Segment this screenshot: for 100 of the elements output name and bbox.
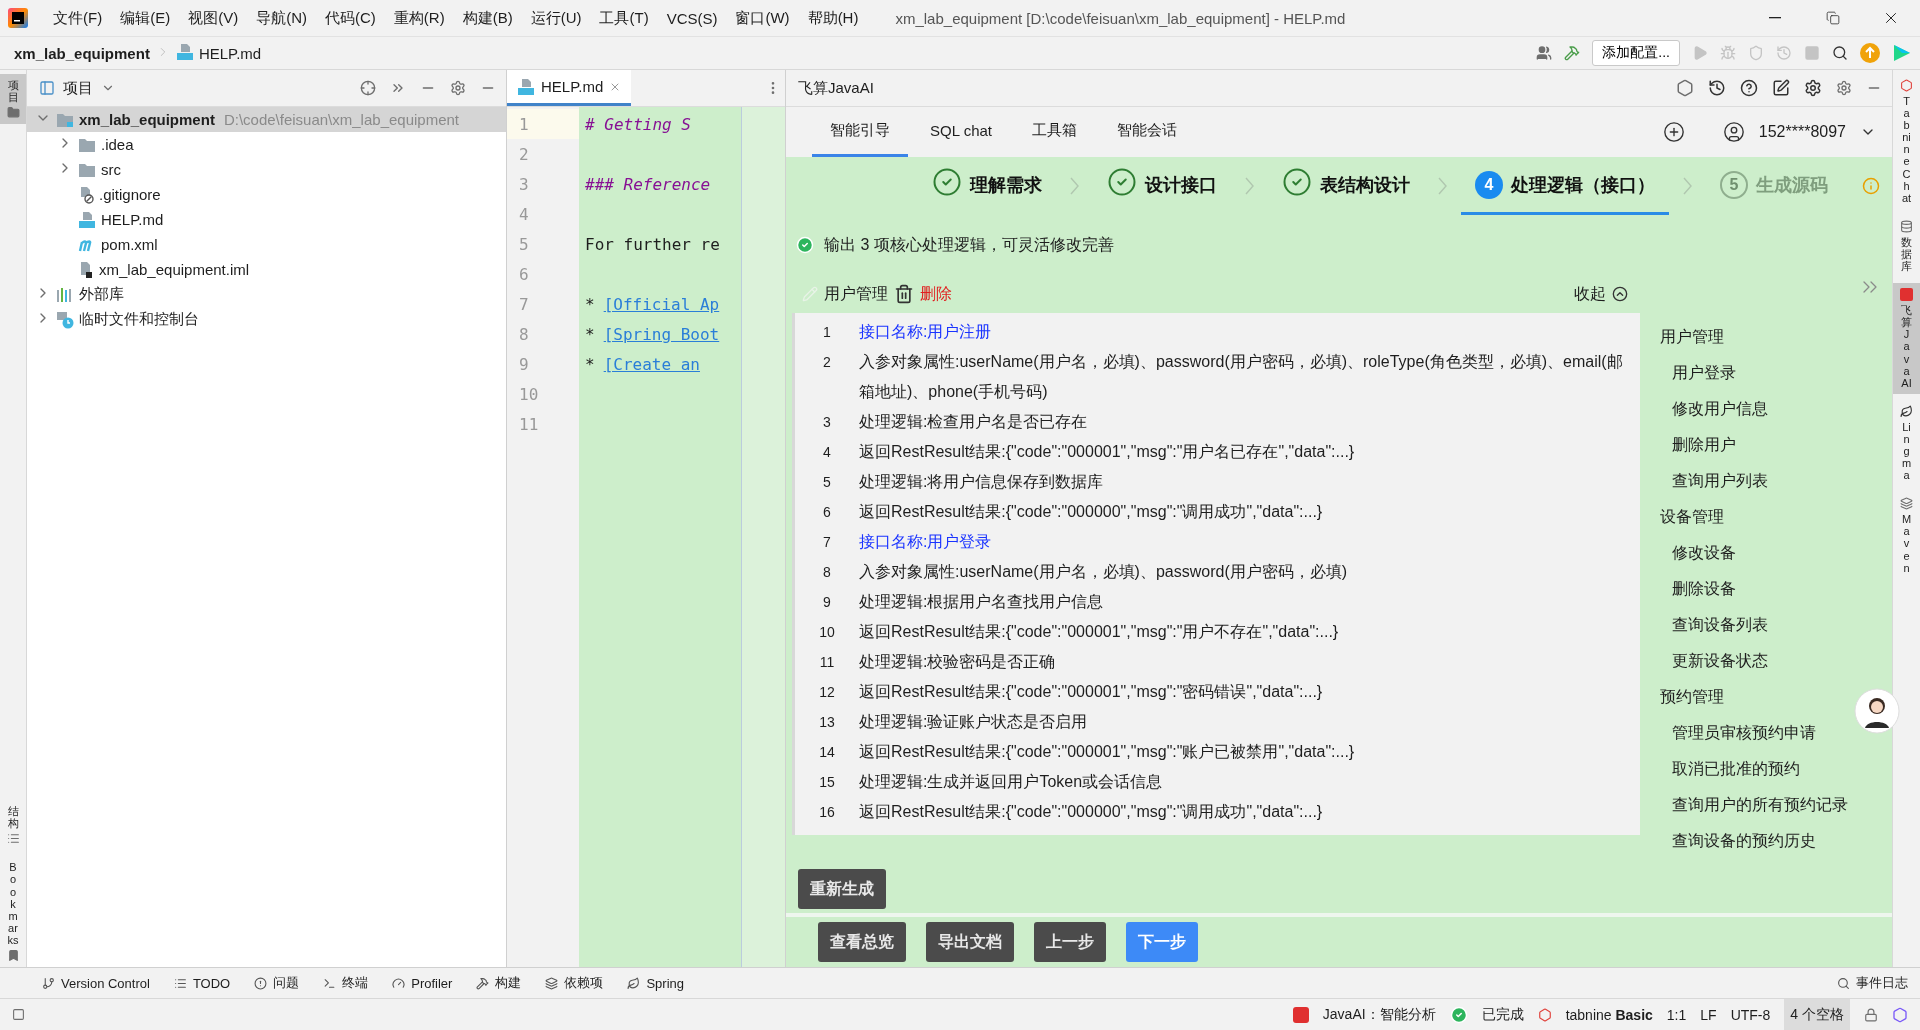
indent-setting[interactable]: 4 个空格 — [1784, 998, 1850, 1030]
outline-item[interactable]: 删除设备 — [1672, 571, 1736, 607]
add-icon[interactable] — [1662, 121, 1685, 143]
delete-link[interactable]: 删除 — [920, 283, 952, 305]
regenerate-button[interactable]: 重新生成 — [798, 869, 886, 909]
status-text[interactable]: JavaAI：智能分析 — [1322, 1005, 1436, 1024]
outline-group[interactable]: 用户管理 — [1660, 319, 1724, 355]
tool-window-tab[interactable]: Tabnine Chat — [1893, 74, 1920, 209]
menu-item[interactable]: 重构(R) — [384, 8, 454, 28]
history-icon[interactable] — [1708, 79, 1726, 97]
tree-item[interactable]: 临时文件和控制台 — [27, 307, 506, 332]
tabnine-status[interactable]: tabnine Basic — [1565, 1006, 1653, 1023]
tab[interactable]: 智能会话 — [1099, 107, 1195, 157]
list-bullet: * — [585, 354, 595, 374]
line-number: 14 — [818, 743, 836, 762]
outline-item[interactable]: 用户登录 — [1672, 355, 1736, 391]
build-hammer-icon[interactable] — [1564, 45, 1581, 61]
menu-item[interactable]: 视图(V) — [179, 8, 248, 28]
tree-item[interactable]: xm_lab_equipment.iml — [27, 257, 506, 282]
menu-item[interactable]: 代码(C) — [316, 8, 385, 28]
tool-window-button[interactable]: TODO — [173, 975, 231, 991]
menu-item[interactable]: 编辑(E) — [111, 8, 180, 28]
event-log-button[interactable]: 事件日志 — [1837, 974, 1908, 992]
wizard-step[interactable]: 理解需求 — [918, 157, 1056, 215]
outline-item[interactable]: 修改设备 — [1672, 535, 1736, 571]
user-icon[interactable] — [1536, 45, 1553, 61]
account-name[interactable]: 152****8097 — [1758, 123, 1846, 141]
file-encoding[interactable]: UTF-8 — [1730, 1006, 1771, 1023]
outline-item[interactable]: 更新设备状态 — [1672, 643, 1768, 679]
add-configuration-button[interactable]: 添加配置... — [1592, 40, 1680, 66]
outline-item[interactable]: 删除用户 — [1672, 427, 1736, 463]
menu-item[interactable]: VCS(S) — [657, 9, 727, 27]
code-heading: ### Reference — [585, 174, 711, 194]
panel-title[interactable]: 项目 — [63, 78, 93, 98]
edit-icon[interactable] — [1772, 79, 1790, 97]
tool-window-button[interactable]: 终端 — [323, 974, 369, 992]
tree-item[interactable]: pom.xml — [27, 232, 506, 257]
trash-icon[interactable] — [894, 284, 914, 304]
menu-item[interactable]: 构建(B) — [453, 8, 522, 28]
breadcrumb-item[interactable]: HELP.md — [198, 44, 262, 62]
folder-icon — [78, 136, 96, 153]
tool-window-tab[interactable]: 结构 — [0, 800, 26, 851]
hexagon-icon — [1900, 79, 1913, 92]
outline-item[interactable]: 查询用户列表 — [1672, 463, 1768, 499]
help-icon[interactable] — [1740, 79, 1758, 97]
menu-item[interactable]: 窗口(W) — [726, 8, 799, 28]
outline-item[interactable]: 查询设备的预约历史 — [1672, 823, 1816, 859]
search-icon[interactable] — [1832, 45, 1848, 61]
tool-window-button[interactable]: 问题 — [254, 974, 300, 992]
tool-window-tab[interactable]: 项目 — [0, 74, 26, 125]
tree-item[interactable]: .gitignore — [27, 182, 506, 207]
wizard-step[interactable]: 设计接口 — [1093, 157, 1231, 215]
tool-window-tab[interactable]: Bookmarks — [0, 856, 26, 967]
outline-item[interactable]: 修改用户信息 — [1672, 391, 1768, 427]
structure-icon — [6, 832, 20, 846]
markdown-file-icon — [517, 77, 535, 96]
tab[interactable]: SQL chat — [912, 107, 1010, 157]
tool-window-tab[interactable]: Maven — [1893, 492, 1920, 579]
lock-icon — [1864, 1007, 1878, 1022]
tool-window-button[interactable]: Version Control — [42, 975, 150, 991]
tree-item[interactable]: 外部库 — [27, 282, 506, 307]
tree-item[interactable]: HELP.md — [27, 207, 506, 232]
settings-icon[interactable] — [1804, 79, 1822, 97]
tool-window-button[interactable]: Spring — [627, 975, 684, 991]
editor-tab[interactable]: HELP.md — [507, 70, 632, 106]
tool-window-tab[interactable]: Lingma — [1893, 399, 1920, 487]
tree-item[interactable]: .idea — [27, 132, 506, 157]
line-number: 8 — [518, 323, 530, 346]
outline-group[interactable]: 预约管理 — [1660, 679, 1724, 715]
tab[interactable]: 工具箱 — [1014, 107, 1095, 157]
menu-item[interactable]: 工具(T) — [590, 8, 658, 28]
breadcrumb-item[interactable]: xm_lab_equipment — [14, 44, 150, 62]
tree-item[interactable]: src — [27, 157, 506, 182]
tool-window-tab[interactable]: 飞算JavaAI — [1893, 283, 1920, 394]
outline-item[interactable]: 取消已批准的预约 — [1672, 751, 1800, 787]
locate-icon[interactable] — [360, 80, 376, 96]
outline-item[interactable]: 查询设备列表 — [1672, 607, 1768, 643]
tool-window-button[interactable]: 构建 — [476, 974, 522, 992]
action-button[interactable]: 上一步 — [1034, 922, 1106, 962]
menu-item[interactable]: 文件(F) — [44, 8, 112, 28]
tool-window-tab[interactable]: 数据库 — [1893, 214, 1920, 278]
tool-window-button[interactable]: 依赖项 — [545, 974, 604, 992]
plugin-logo-icon — [1900, 288, 1913, 302]
action-button[interactable]: 查看总览 — [818, 922, 906, 962]
cursor-position[interactable]: 1:1 — [1666, 1006, 1687, 1023]
outline-item[interactable]: 查询用户的所有预约记录 — [1672, 787, 1848, 823]
menu-item[interactable]: 帮助(H) — [798, 8, 868, 28]
tool-window-button[interactable]: Profiler — [392, 975, 453, 991]
tree-item[interactable]: xm_lab_equipment D:\code\feisuan\xm_lab_equipment — [27, 107, 506, 132]
outline-item[interactable]: 管理员审核预约申请 — [1672, 715, 1816, 751]
line-number: 9 — [518, 353, 530, 376]
line-separator[interactable]: LF — [1700, 1006, 1717, 1023]
collapse-button[interactable]: 收起 — [1568, 282, 1634, 306]
menu-item[interactable]: 运行(U) — [521, 8, 591, 28]
outline-group[interactable]: 设备管理 — [1660, 499, 1724, 535]
action-button[interactable]: 导出文档 — [926, 922, 1014, 962]
wizard-step[interactable]: 表结构设计 — [1268, 157, 1424, 215]
code-heading: # Getting S — [585, 114, 691, 134]
menu-item[interactable]: 导航(N) — [247, 8, 316, 28]
logic-line: 入参对象属性:userName(用户名，必填)、password(用户密码，必填) — [859, 562, 1349, 582]
